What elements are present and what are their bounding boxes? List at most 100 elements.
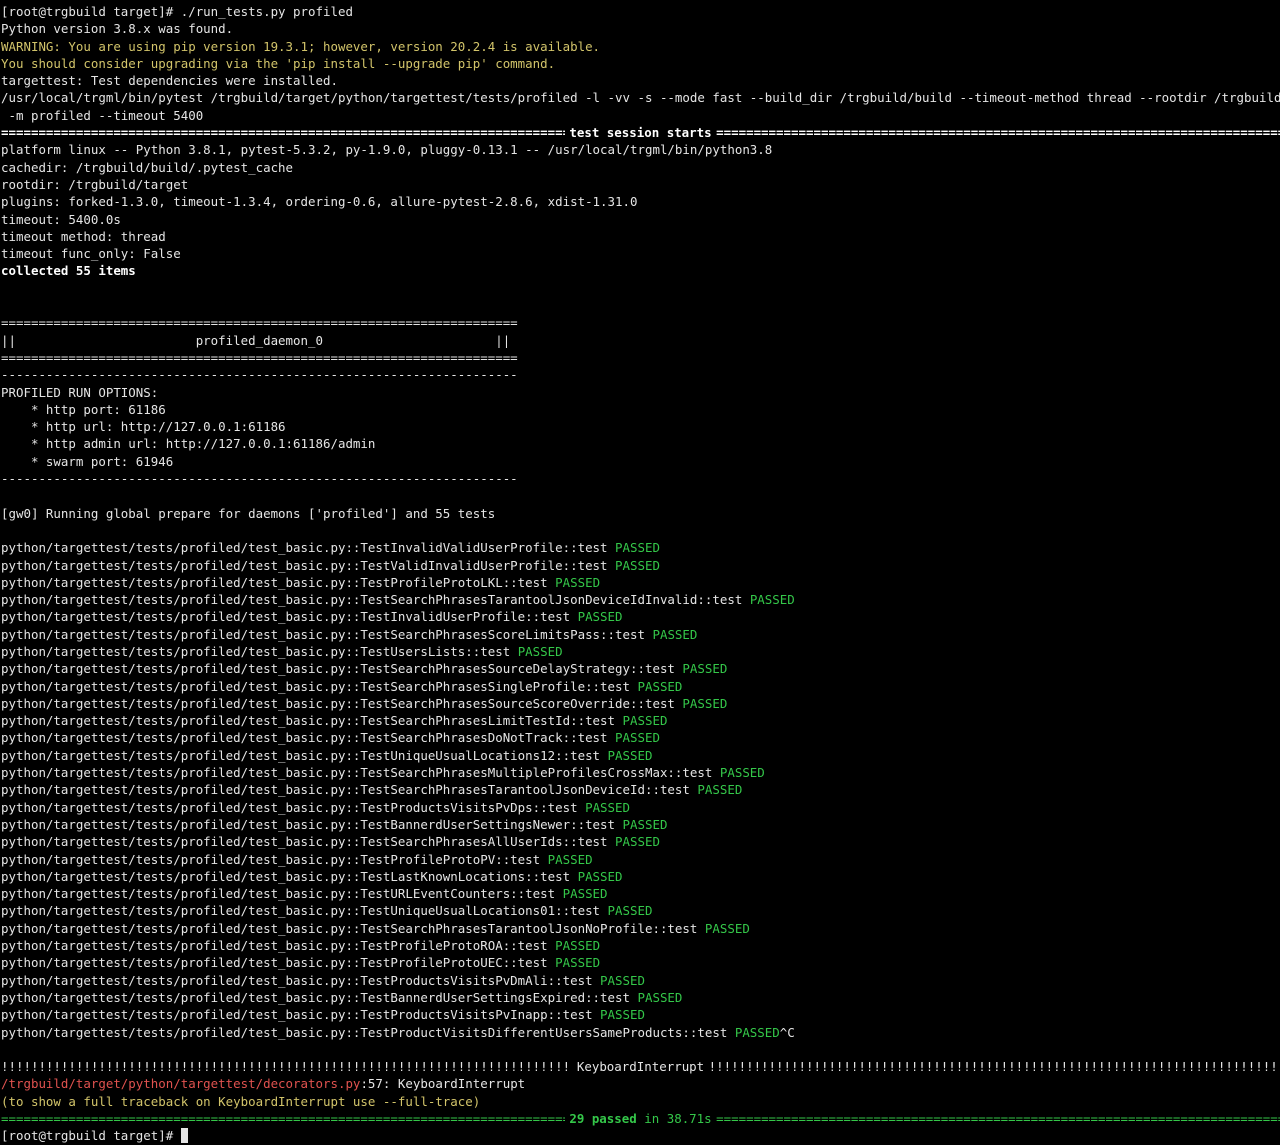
terminal-window[interactable]: [root@trgbuild target]# ./run_tests.py p… bbox=[0, 0, 1280, 1144]
test-result-row: python/targettest/tests/profiled/test_ba… bbox=[1, 608, 1280, 625]
test-status-badge: PASSED bbox=[607, 747, 653, 763]
summary-separator: ========================================… bbox=[1, 1110, 1280, 1127]
test-result-row: python/targettest/tests/profiled/test_ba… bbox=[1, 851, 1280, 868]
test-result-row: python/targettest/tests/profiled/test_ba… bbox=[1, 833, 1280, 850]
daemon-box-top-rule: ========================================… bbox=[1, 315, 518, 331]
test-result-row: python/targettest/tests/profiled/test_ba… bbox=[1, 868, 1280, 885]
pytest-command-line: /usr/local/trgml/bin/pytest /trgbuild/ta… bbox=[1, 90, 1280, 106]
test-node-id: python/targettest/tests/profiled/test_ba… bbox=[1, 782, 698, 798]
test-node-id: python/targettest/tests/profiled/test_ba… bbox=[1, 713, 623, 729]
test-node-id: python/targettest/tests/profiled/test_ba… bbox=[1, 868, 578, 884]
test-status-badge: PASSED bbox=[682, 695, 728, 711]
error-file-path[interactable]: /trgbuild/target/python/targettest/decor… bbox=[1, 1076, 360, 1091]
test-result-row: python/targettest/tests/profiled/test_ba… bbox=[1, 764, 1280, 781]
test-result-row: python/targettest/tests/profiled/test_ba… bbox=[1, 539, 1280, 556]
test-node-id: python/targettest/tests/profiled/test_ba… bbox=[1, 938, 556, 954]
test-result-row: python/targettest/tests/profiled/test_ba… bbox=[1, 885, 1280, 902]
test-status-badge: PASSED bbox=[652, 626, 698, 642]
test-result-row: python/targettest/tests/profiled/test_ba… bbox=[1, 557, 1280, 574]
test-status-badge: PASSED bbox=[622, 713, 668, 729]
session-start-separator: ========================================… bbox=[1, 124, 1280, 141]
test-result-row: python/targettest/tests/profiled/test_ba… bbox=[1, 574, 1280, 591]
separator-fill-right: ========================================… bbox=[716, 125, 1280, 141]
timeout-line: timeout: 5400.0s bbox=[1, 211, 121, 227]
test-result-row: python/targettest/tests/profiled/test_ba… bbox=[1, 729, 1280, 746]
error-location-line: /trgbuild/target/python/targettest/decor… bbox=[1, 1075, 1280, 1092]
rootdir-line: rootdir: /trgbuild/target bbox=[1, 176, 189, 192]
test-status-badge: PASSED bbox=[682, 661, 728, 677]
daemon-box-title: || profiled_daemon_0 || bbox=[1, 332, 511, 348]
python-found-line: Python version 3.8.x was found. bbox=[1, 21, 234, 37]
test-status-badge: PASSED bbox=[517, 643, 563, 659]
test-node-id: python/targettest/tests/profiled/test_ba… bbox=[1, 799, 586, 815]
keyboard-interrupt-separator: !!!!!!!!!!!!!!!!!!!!!!!!!!!!!!!!!!!!!!!!… bbox=[1, 1058, 1280, 1075]
test-result-row: python/targettest/tests/profiled/test_ba… bbox=[1, 1006, 1280, 1023]
run-option-swarm-port: * swarm port: 61946 bbox=[1, 453, 174, 469]
test-node-id: python/targettest/tests/profiled/test_ba… bbox=[1, 989, 638, 1005]
test-status-badge: PASSED bbox=[607, 903, 653, 919]
test-node-id: python/targettest/tests/profiled/test_ba… bbox=[1, 730, 616, 746]
bang-fill-left: !!!!!!!!!!!!!!!!!!!!!!!!!!!!!!!!!!!!!!!!… bbox=[1, 1059, 572, 1075]
test-node-id: python/targettest/tests/profiled/test_ba… bbox=[1, 540, 616, 556]
timeout-method-line: timeout method: thread bbox=[1, 228, 166, 244]
collected-items-line: collected 55 items bbox=[1, 263, 136, 279]
test-node-id: python/targettest/tests/profiled/test_ba… bbox=[1, 574, 556, 590]
cachedir-line: cachedir: /trgbuild/build/.pytest_cache bbox=[1, 159, 294, 175]
summary-passed-count: 29 passed bbox=[569, 1111, 637, 1126]
test-status-badge: PASSED bbox=[749, 592, 795, 608]
test-result-row: python/targettest/tests/profiled/test_ba… bbox=[1, 712, 1280, 729]
test-result-row: python/targettest/tests/profiled/test_ba… bbox=[1, 989, 1280, 1006]
test-status-badge: PASSED bbox=[615, 557, 660, 573]
test-result-row: python/targettest/tests/profiled/test_ba… bbox=[1, 660, 1280, 677]
test-status-badge: PASSED bbox=[615, 730, 660, 746]
test-status-badge: PASSED bbox=[734, 1024, 780, 1040]
run-option-http-url: * http url: http://127.0.0.1:61186 bbox=[1, 419, 286, 435]
test-node-id: python/targettest/tests/profiled/test_ba… bbox=[1, 816, 623, 832]
full-trace-hint: (to show a full traceback on KeyboardInt… bbox=[1, 1093, 481, 1109]
test-result-row: python/targettest/tests/profiled/test_ba… bbox=[1, 937, 1280, 954]
test-node-id: python/targettest/tests/profiled/test_ba… bbox=[1, 903, 608, 919]
test-result-row: python/targettest/tests/profiled/test_ba… bbox=[1, 678, 1280, 695]
test-node-id: python/targettest/tests/profiled/test_ba… bbox=[1, 609, 578, 625]
interrupt-char: ^C bbox=[779, 1024, 795, 1040]
test-node-id: python/targettest/tests/profiled/test_ba… bbox=[1, 1024, 735, 1040]
test-node-id: python/targettest/tests/profiled/test_ba… bbox=[1, 834, 616, 850]
session-start-title: test session starts bbox=[569, 125, 712, 141]
test-node-id: python/targettest/tests/profiled/test_ba… bbox=[1, 920, 705, 936]
test-result-row: python/targettest/tests/profiled/test_ba… bbox=[1, 747, 1280, 764]
keyboard-interrupt-title: KeyboardInterrupt bbox=[576, 1059, 705, 1075]
pip-warning-line: WARNING: You are using pip version 19.3.… bbox=[1, 38, 601, 54]
test-node-id: python/targettest/tests/profiled/test_ba… bbox=[1, 747, 608, 763]
platform-line: platform linux -- Python 3.8.1, pytest-5… bbox=[1, 142, 773, 158]
test-status-badge: PASSED bbox=[637, 678, 683, 694]
run-option-admin-url: * http admin url: http://127.0.0.1:61186… bbox=[1, 436, 376, 452]
run-option-http-port: * http port: 61186 bbox=[1, 401, 166, 417]
shell-prompt-line[interactable]: [root@trgbuild target]# bbox=[1, 1127, 1280, 1144]
test-status-badge: PASSED bbox=[600, 1007, 645, 1023]
bang-fill-right: !!!!!!!!!!!!!!!!!!!!!!!!!!!!!!!!!!!!!!!!… bbox=[708, 1059, 1280, 1075]
test-result-row: python/targettest/tests/profiled/test_ba… bbox=[1, 816, 1280, 833]
test-node-id: python/targettest/tests/profiled/test_ba… bbox=[1, 955, 556, 971]
daemon-box-bottom-rule: ========================================… bbox=[1, 349, 518, 365]
test-status-badge: PASSED bbox=[637, 989, 683, 1005]
test-status-badge: PASSED bbox=[704, 920, 750, 936]
test-status-badge: PASSED bbox=[622, 816, 668, 832]
summary-duration: in 38.71s bbox=[636, 1111, 712, 1126]
test-result-row: python/targettest/tests/profiled/test_ba… bbox=[1, 695, 1280, 712]
test-result-row: python/targettest/tests/profiled/test_ba… bbox=[1, 626, 1280, 643]
test-result-row: python/targettest/tests/profiled/test_ba… bbox=[1, 781, 1280, 798]
test-node-id: python/targettest/tests/profiled/test_ba… bbox=[1, 695, 683, 711]
test-node-id: python/targettest/tests/profiled/test_ba… bbox=[1, 886, 563, 902]
test-result-row: python/targettest/tests/profiled/test_ba… bbox=[1, 591, 1280, 608]
test-node-id: python/targettest/tests/profiled/test_ba… bbox=[1, 851, 548, 867]
test-status-badge: PASSED bbox=[555, 938, 601, 954]
separator-fill-left: ========================================… bbox=[1, 125, 565, 141]
test-result-row: python/targettest/tests/profiled/test_ba… bbox=[1, 643, 1280, 660]
test-status-badge: PASSED bbox=[577, 868, 623, 884]
error-message: :57: KeyboardInterrupt bbox=[360, 1076, 526, 1092]
daemon-dash-rule: ----------------------------------------… bbox=[1, 367, 518, 383]
pytest-command-continuation: -m profiled --timeout 5400 bbox=[1, 107, 204, 123]
